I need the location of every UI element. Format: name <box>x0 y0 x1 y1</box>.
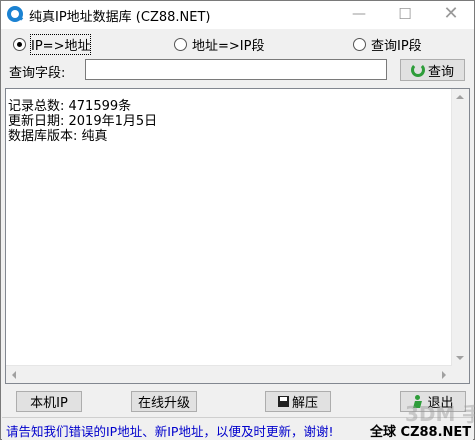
query-button[interactable]: 查询 <box>400 59 465 81</box>
window-title: 纯真IP地址数据库 (CZ88.NET) <box>29 10 211 25</box>
horizontal-scrollbar[interactable] <box>6 365 452 383</box>
search-app-icon <box>7 6 23 22</box>
scroll-up-icon[interactable] <box>456 95 464 99</box>
status-message: 请告知我们错误的IP地址、新IP地址，以便及时更新，谢谢! <box>6 424 334 439</box>
maximize-button[interactable]: ☐ <box>382 1 428 29</box>
mode-query-ip-range[interactable]: 查询IP段 <box>353 35 422 54</box>
scroll-right-icon[interactable] <box>442 371 446 379</box>
online-upgrade-button-label: 在线升级 <box>137 396 190 411</box>
result-text: 记录总数: 471599条 更新日期: 2019年1月5日 数据库版本: 纯真 <box>8 99 158 144</box>
query-button-label: 查询 <box>427 64 454 80</box>
status-bar: 请告知我们错误的IP地址、新IP地址，以便及时更新，谢谢! 全球 CZ88.NE… <box>2 417 473 440</box>
close-button[interactable]: ✕ <box>428 1 474 29</box>
mode-query-ip-range-label[interactable]: 查询IP段 <box>371 35 422 54</box>
local-ip-button-label: 本机IP <box>30 396 68 411</box>
mode-address-to-ip-label[interactable]: 地址=>IP段 <box>192 35 264 54</box>
vertical-scrollbar[interactable] <box>451 89 469 366</box>
result-textarea[interactable]: 记录总数: 471599条 更新日期: 2019年1月5日 数据库版本: 纯真 <box>5 88 470 384</box>
unzip-button[interactable]: 解压 <box>265 391 331 412</box>
unzip-button-label: 解压 <box>291 396 318 411</box>
app-window: 纯真IP地址数据库 (CZ88.NET) — ☐ ✕ IP=>地址 地址=>IP… <box>0 0 475 440</box>
radio-unchecked-icon[interactable] <box>353 37 366 51</box>
minimize-button[interactable]: — <box>336 1 382 29</box>
query-field-label: 查询字段: <box>9 66 66 81</box>
refresh-icon <box>410 63 425 77</box>
radio-checked-icon[interactable] <box>13 37 26 51</box>
scroll-left-icon[interactable] <box>12 371 16 379</box>
scroll-down-icon[interactable] <box>456 356 464 360</box>
mode-address-to-ip[interactable]: 地址=>IP段 <box>174 35 264 54</box>
radio-unchecked-icon[interactable] <box>174 37 187 51</box>
mode-ip-to-address[interactable]: IP=>地址 <box>13 33 92 55</box>
save-disk-icon <box>277 396 289 407</box>
mode-ip-to-address-label[interactable]: IP=>地址 <box>29 33 92 55</box>
scrollbar-corner <box>452 366 469 383</box>
online-upgrade-button[interactable]: 在线升级 <box>131 391 197 412</box>
local-ip-button[interactable]: 本机IP <box>16 391 82 412</box>
query-input[interactable] <box>85 59 387 80</box>
title-bar[interactable]: 纯真IP地址数据库 (CZ88.NET) — ☐ ✕ <box>1 1 474 29</box>
site-watermark: 3DM 手游网 <box>405 402 475 426</box>
